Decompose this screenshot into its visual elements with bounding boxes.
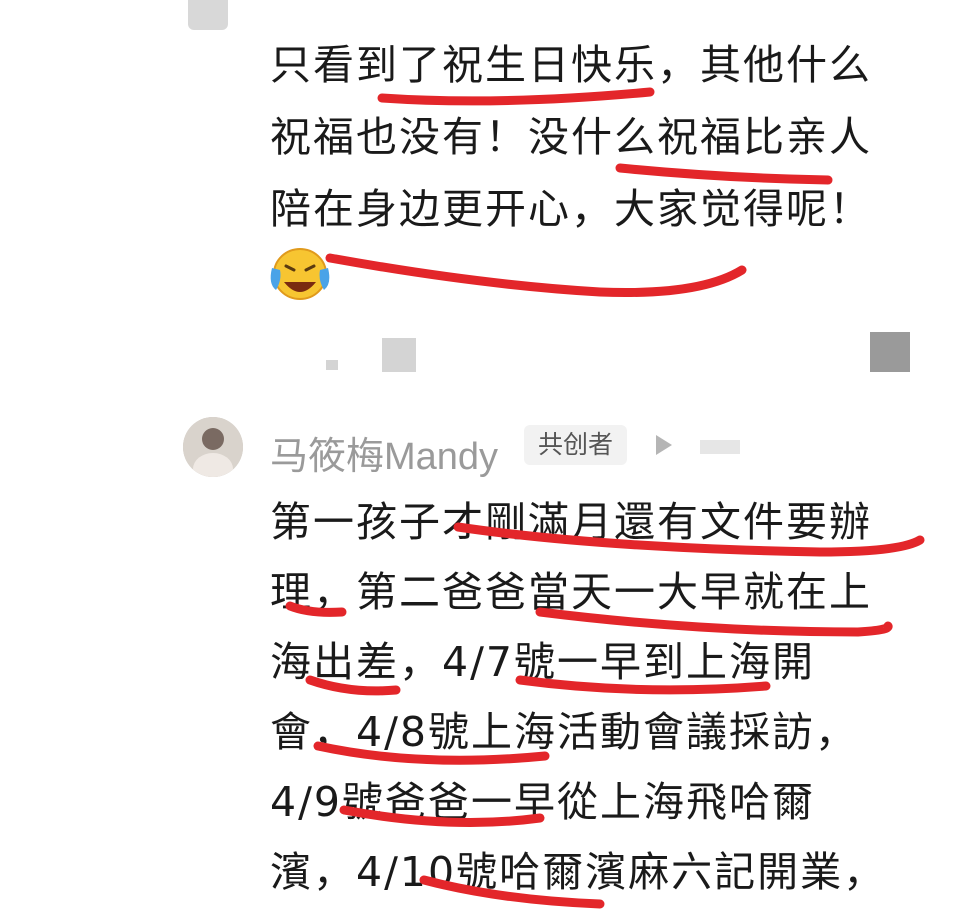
like-icon[interactable] <box>870 332 910 372</box>
comment-line: 陪在身边更开心，大家觉得呢！ <box>270 185 872 233</box>
play-icon[interactable] <box>652 432 676 458</box>
underline-stroke <box>377 87 655 106</box>
comment-line: 只看到了祝生日快乐，其他什么 <box>270 41 872 89</box>
avatar[interactable] <box>183 417 243 477</box>
comment-line: 會，4/8號上海活動會議採訪， <box>270 708 858 756</box>
comment-line: 4/9號爸爸一早從上海飛哈爾 <box>270 778 815 826</box>
crying-laughing-emoji <box>270 248 330 300</box>
co-creator-badge: 共创者 <box>524 425 628 465</box>
avatar <box>188 0 228 30</box>
share-icon[interactable] <box>382 338 416 372</box>
underline-stroke <box>615 163 833 185</box>
user-photo <box>183 417 243 477</box>
comment-line: 濱，4/10號哈爾濱麻六記開業， <box>270 848 887 896</box>
username[interactable]: 马筱梅Mandy <box>270 425 498 480</box>
comment-line: 海出差，4/7號一早到上海開 <box>270 638 815 686</box>
comment-line: 第一孩子才剛滿月還有文件要辦 <box>270 498 872 546</box>
underline-stroke <box>325 253 747 298</box>
comment-line: 理，第二爸爸當天一大早就在上 <box>270 568 872 616</box>
reply-icon[interactable] <box>326 360 338 370</box>
header-extra <box>700 440 740 454</box>
comment-line: 祝福也没有！没什么祝福比亲人 <box>270 113 872 161</box>
